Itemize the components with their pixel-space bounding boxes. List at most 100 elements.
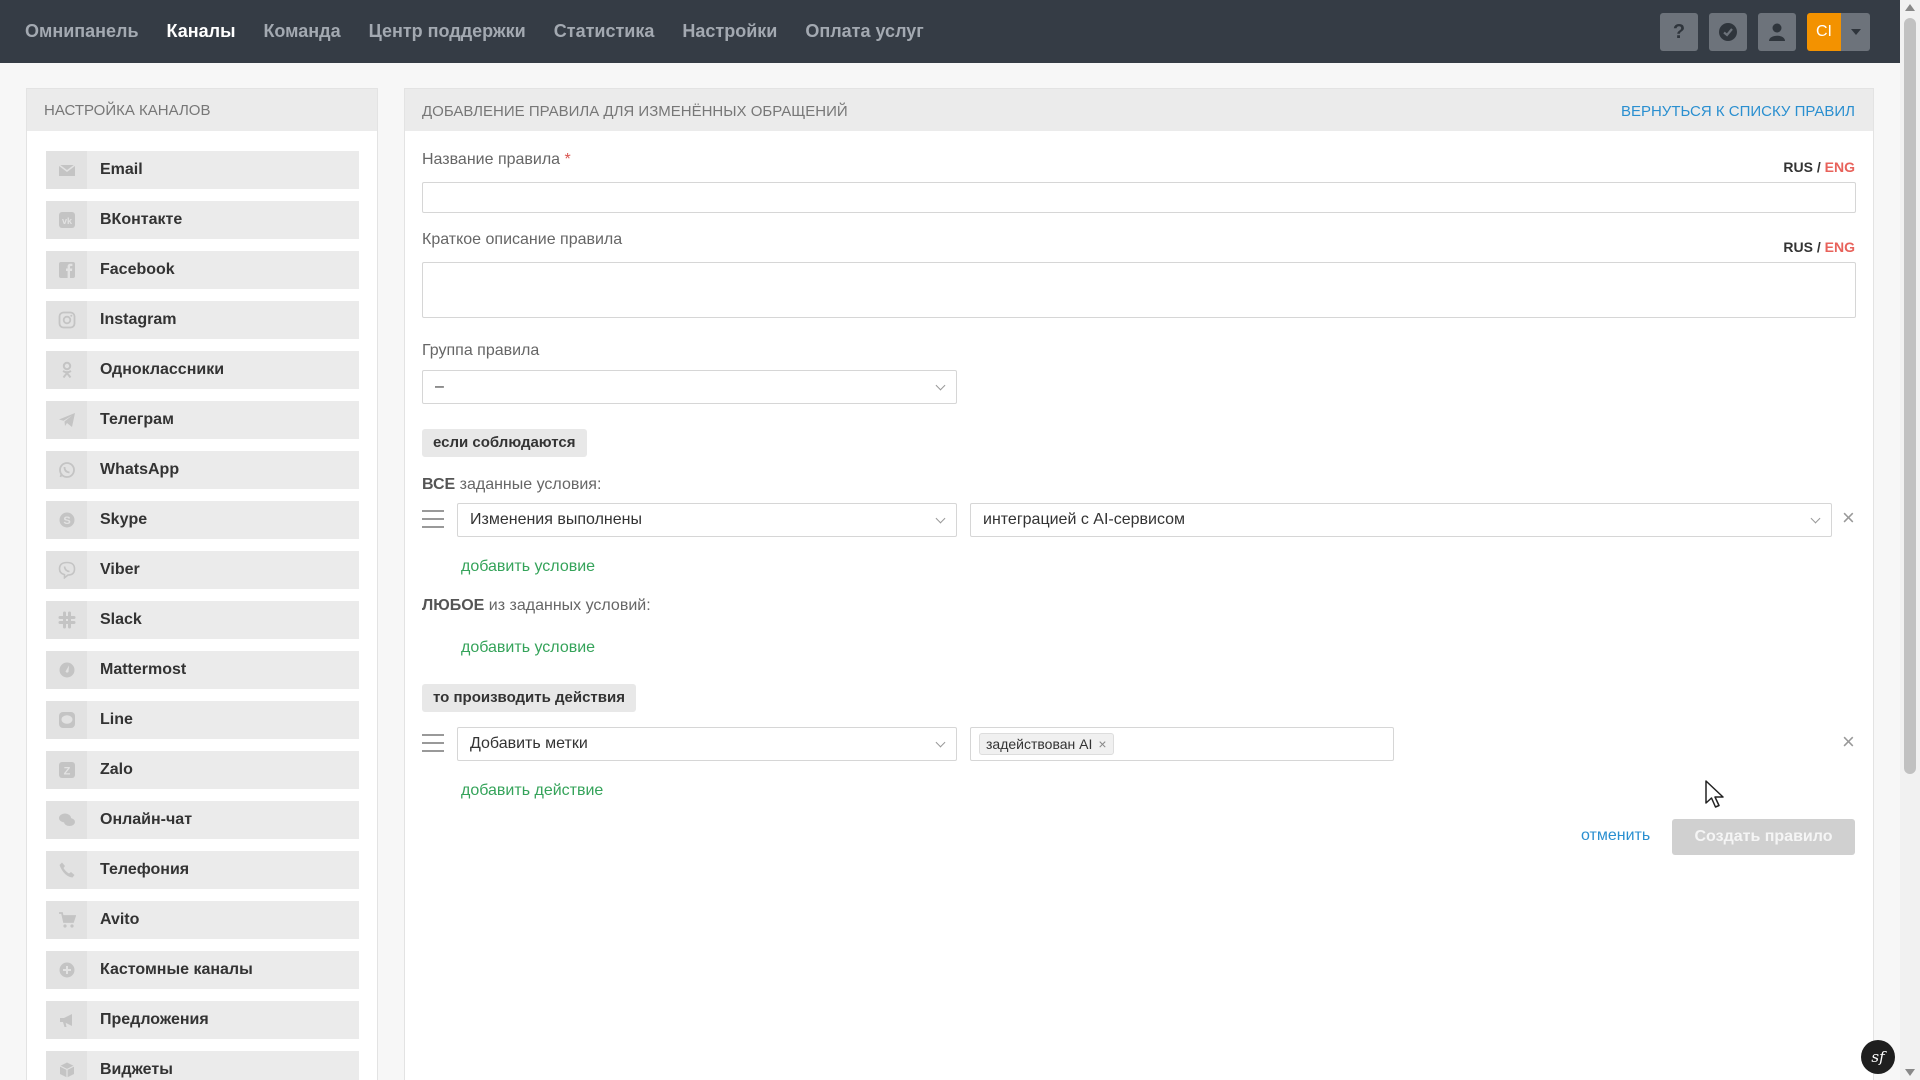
main-nav: Омнипанель Каналы Команда Центр поддержк…	[25, 0, 924, 63]
channel-whatsapp[interactable]: WhatsApp	[46, 451, 359, 489]
channel-online-chat[interactable]: Онлайн-чат	[46, 801, 359, 839]
lang-rus[interactable]: RUS	[1783, 239, 1813, 255]
remove-tag-icon[interactable]: ×	[1098, 736, 1106, 752]
add-action-link[interactable]: добавить действие	[461, 782, 603, 800]
scroll-down-icon[interactable]	[1905, 1069, 1915, 1076]
tag-chip: задействован AI ×	[979, 733, 1114, 755]
profile-button[interactable]	[1758, 13, 1796, 51]
channel-skype[interactable]: S Skype	[46, 501, 359, 539]
account-menu[interactable]: CI	[1807, 13, 1870, 51]
tags-input[interactable]: задействован AI ×	[970, 727, 1394, 761]
channel-email[interactable]: Email	[46, 151, 359, 189]
check-circle-icon	[1719, 23, 1737, 41]
condition-field-select[interactable]: Изменения выполнены	[457, 503, 957, 537]
status-button[interactable]	[1709, 13, 1747, 51]
channel-avito[interactable]: Avito	[46, 901, 359, 939]
channel-label: Одноклассники	[100, 361, 225, 378]
avatar: CI	[1807, 13, 1841, 51]
top-navigation-bar: Омнипанель Каналы Команда Центр поддержк…	[0, 0, 1900, 63]
channel-label: Email	[100, 161, 143, 178]
channel-label: Кастомные каналы	[100, 961, 253, 978]
create-rule-button[interactable]: Создать правило	[1672, 819, 1855, 855]
channel-label: Line	[100, 711, 133, 728]
channel-label: Avito	[100, 911, 140, 928]
nav-omnipanel[interactable]: Омнипанель	[25, 21, 139, 42]
channels-sidebar: НАСТРОЙКА КАНАЛОВ Email vk ВКонтакте Fac…	[26, 88, 378, 1080]
sidebar-title: НАСТРОЙКА КАНАЛОВ	[27, 89, 377, 131]
channel-label: Mattermost	[100, 661, 187, 678]
channel-label: Телефония	[100, 861, 190, 878]
chevron-down-icon	[1810, 513, 1821, 524]
whatsapp-icon	[58, 462, 75, 478]
rule-description-textarea[interactable]	[422, 262, 1856, 318]
nav-statistics[interactable]: Статистика	[554, 21, 655, 42]
channel-odnoklassniki[interactable]: Одноклассники	[46, 351, 359, 389]
top-actions: ? CI	[1660, 13, 1870, 51]
skype-icon: S	[59, 512, 74, 528]
drag-handle-icon[interactable]	[422, 734, 444, 752]
user-icon	[1769, 23, 1785, 41]
svg-text:vk: vk	[61, 216, 72, 226]
scrollbar-thumb[interactable]	[1904, 18, 1916, 774]
rule-name-input[interactable]	[422, 182, 1856, 213]
symfony-toolbar-icon[interactable]: sf	[1861, 1040, 1895, 1074]
remove-action-icon[interactable]: ×	[1842, 731, 1855, 753]
channel-facebook[interactable]: Facebook	[46, 251, 359, 289]
lang-eng[interactable]: ENG	[1825, 159, 1855, 175]
vk-icon: vk	[58, 212, 75, 228]
back-to-rules-link[interactable]: ВЕРНУТЬСЯ К СПИСКУ ПРАВИЛ	[1621, 103, 1855, 120]
mouse-cursor-icon	[1705, 780, 1724, 808]
channel-vk[interactable]: vk ВКонтакте	[46, 201, 359, 239]
chevron-down-icon	[935, 737, 946, 748]
channel-zalo[interactable]: Z Zalo	[46, 751, 359, 789]
odnoklassniki-icon	[61, 361, 72, 379]
channel-custom[interactable]: Кастомные каналы	[46, 951, 359, 989]
remove-condition-icon[interactable]: ×	[1842, 507, 1855, 529]
channel-instagram[interactable]: Instagram	[46, 301, 359, 339]
add-condition-link[interactable]: добавить условие	[461, 558, 595, 576]
page-scrollbar[interactable]	[1900, 0, 1920, 1080]
channel-label: Viber	[100, 561, 140, 578]
rule-name-label: Название правила *	[422, 151, 571, 168]
nav-support-center[interactable]: Центр поддержки	[369, 21, 526, 42]
drag-handle-icon[interactable]	[422, 510, 444, 528]
nav-team[interactable]: Команда	[263, 21, 340, 42]
rule-form-panel: ДОБАВЛЕНИЕ ПРАВИЛА ДЛЯ ИЗМЕНЁННЫХ ОБРАЩЕ…	[404, 88, 1874, 1080]
rule-group-value: –	[435, 378, 444, 395]
lang-rus[interactable]: RUS	[1783, 159, 1813, 175]
if-conditions-pill: если соблюдаются	[422, 429, 587, 457]
help-button[interactable]: ?	[1660, 13, 1698, 51]
chevron-down-icon	[935, 380, 946, 391]
cancel-link[interactable]: отменить	[1581, 827, 1650, 845]
channel-offers[interactable]: Предложения	[46, 1001, 359, 1039]
rule-group-select[interactable]: –	[422, 370, 957, 404]
channel-widgets[interactable]: Виджеты	[46, 1051, 359, 1080]
channel-label: Онлайн-чат	[100, 811, 193, 828]
channel-mattermost[interactable]: Mattermost	[46, 651, 359, 689]
rule-description-label: Краткое описание правила	[422, 231, 623, 248]
lang-eng[interactable]: ENG	[1825, 239, 1855, 255]
question-icon: ?	[1672, 20, 1686, 43]
channel-telephony[interactable]: Телефония	[46, 851, 359, 889]
mattermost-icon	[59, 662, 74, 678]
channel-label: WhatsApp	[100, 461, 180, 478]
svg-text:Z: Z	[63, 766, 70, 778]
channel-label: Виджеты	[100, 1061, 173, 1078]
action-type-select[interactable]: Добавить метки	[457, 727, 957, 761]
channel-slack[interactable]: Slack	[46, 601, 359, 639]
any-conditions-label: ЛЮБОЕ из заданных условий:	[422, 597, 651, 614]
channel-telegram[interactable]: Телеграм	[46, 401, 359, 439]
scroll-up-icon[interactable]	[1905, 4, 1915, 11]
nav-settings[interactable]: Настройки	[682, 21, 777, 42]
channel-viber[interactable]: Viber	[46, 551, 359, 589]
nav-billing[interactable]: Оплата услуг	[805, 21, 923, 42]
add-any-condition-link[interactable]: добавить условие	[461, 639, 595, 657]
condition-value-select[interactable]: интеграцией с AI-сервисом	[970, 503, 1832, 537]
channel-label: Телеграм	[100, 411, 174, 428]
zalo-icon: Z	[58, 762, 75, 778]
channel-label: Skype	[100, 511, 148, 528]
svg-text:S: S	[63, 515, 70, 527]
channel-label: Zalo	[100, 761, 133, 778]
channel-line[interactable]: Line	[46, 701, 359, 739]
nav-channels[interactable]: Каналы	[167, 21, 236, 42]
